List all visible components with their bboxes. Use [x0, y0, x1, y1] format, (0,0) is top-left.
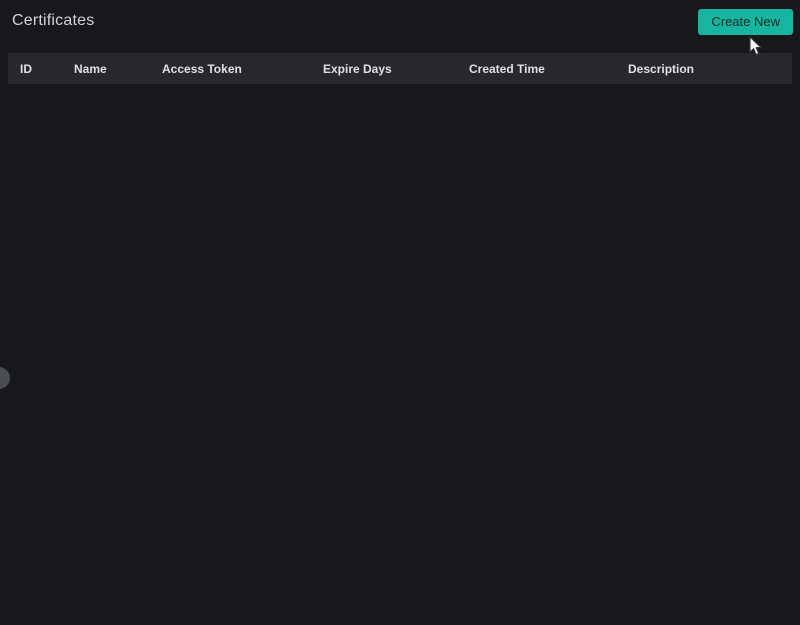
- page-title: Certificates: [12, 12, 95, 29]
- certificates-table: ID Name Access Token Expire Days Created…: [8, 53, 792, 88]
- column-header-name: Name: [74, 61, 107, 76]
- column-header-id: ID: [20, 61, 32, 76]
- create-new-button[interactable]: Create New: [698, 9, 793, 35]
- column-header-access-token: Access Token: [162, 61, 242, 76]
- table-body-empty: [8, 84, 792, 88]
- column-header-expire-days: Expire Days: [323, 61, 392, 76]
- certificates-page: Certificates Create New ID Name Access T…: [0, 0, 800, 625]
- drawer-handle-semicircle-icon[interactable]: [0, 367, 10, 389]
- column-header-created-time: Created Time: [469, 61, 545, 76]
- column-header-description: Description: [628, 61, 695, 76]
- table-header-row: ID Name Access Token Expire Days Created…: [8, 53, 792, 84]
